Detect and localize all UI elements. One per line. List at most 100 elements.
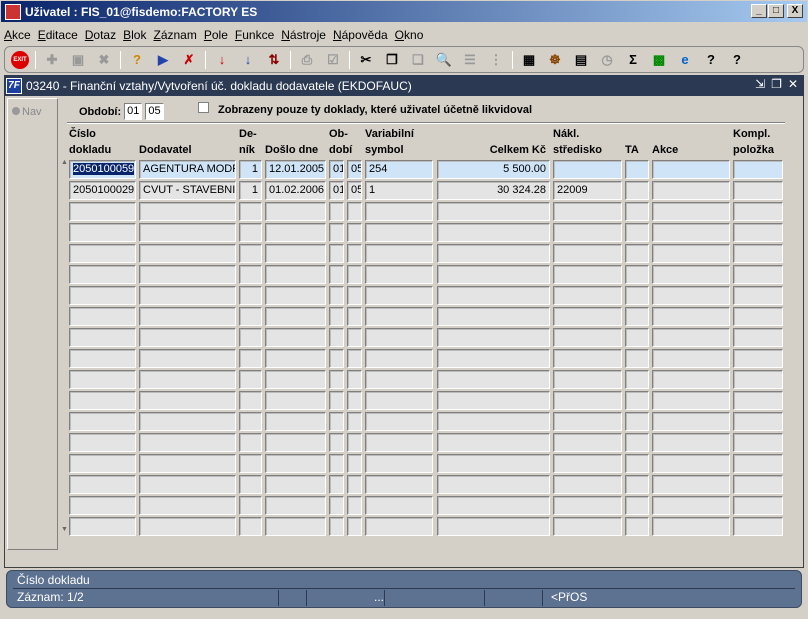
kompl-polozka-field[interactable] [733, 307, 783, 326]
cislo-dokladu-field[interactable] [69, 307, 136, 326]
query-cancel-icon[interactable]: ✗ [179, 50, 199, 70]
kompl-polozka-field[interactable] [733, 454, 783, 473]
query-enter-icon[interactable]: ? [127, 50, 147, 70]
doslo-dne-field[interactable] [265, 328, 326, 347]
cislo-dokladu-field[interactable] [69, 328, 136, 347]
ta-field[interactable] [625, 454, 649, 473]
ta-field[interactable] [625, 286, 649, 305]
akce-field[interactable] [652, 496, 730, 515]
grid-scrollbar[interactable]: ▲ ▼ [61, 159, 68, 533]
obdobi-rok-field[interactable] [347, 517, 362, 536]
exit-button[interactable]: EXIT [11, 50, 29, 69]
dodavatel-field[interactable] [139, 370, 236, 389]
akce-field[interactable] [652, 328, 730, 347]
ta-field[interactable] [625, 496, 649, 515]
celkem-kc-field[interactable] [437, 223, 550, 242]
sort-desc-icon[interactable]: ↓ [238, 50, 258, 70]
kompl-polozka-field[interactable] [733, 265, 783, 284]
nakl-stredisko-field[interactable] [553, 265, 622, 284]
akce-field[interactable] [652, 160, 730, 179]
akce-field[interactable] [652, 349, 730, 368]
kompl-polozka-field[interactable] [733, 370, 783, 389]
doslo-dne-field[interactable] [265, 286, 326, 305]
nakl-stredisko-field[interactable] [553, 496, 622, 515]
doslo-dne-field[interactable] [265, 391, 326, 410]
variabilni-symbol-field[interactable]: 1 [365, 181, 433, 200]
obdobi-mesic-field[interactable] [329, 202, 344, 221]
menu-napoveda[interactable]: Nápověda [333, 28, 388, 42]
variabilni-symbol-field[interactable] [365, 244, 433, 263]
ta-field[interactable] [625, 160, 649, 179]
celkem-kc-field[interactable] [437, 475, 550, 494]
form-minimize-icon[interactable]: ⇲ [755, 77, 765, 91]
obdobi-rok-field[interactable] [347, 412, 362, 431]
celkem-kc-field[interactable] [437, 454, 550, 473]
akce-field[interactable] [652, 517, 730, 536]
doslo-dne-field[interactable] [265, 517, 326, 536]
obdobi-mesic-field[interactable]: 01 [329, 181, 344, 200]
menu-okno[interactable]: Okno [395, 28, 424, 42]
nakl-stredisko-field[interactable] [553, 349, 622, 368]
variabilni-symbol-field[interactable] [365, 370, 433, 389]
nav-panel[interactable]: Nav [7, 98, 58, 550]
cislo-dokladu-field[interactable] [69, 286, 136, 305]
obdobi-rok-field[interactable] [347, 244, 362, 263]
nakl-stredisko-field[interactable]: 22009 [553, 181, 622, 200]
obdobi-mesic-field[interactable] [329, 391, 344, 410]
denik-field[interactable] [239, 223, 262, 242]
doslo-dne-field[interactable] [265, 412, 326, 431]
doslo-dne-field[interactable] [265, 202, 326, 221]
obdobi-mesic-field[interactable] [329, 349, 344, 368]
doslo-dne-field[interactable] [265, 370, 326, 389]
variabilni-symbol-field[interactable] [365, 517, 433, 536]
variabilni-symbol-field[interactable] [365, 412, 433, 431]
kompl-polozka-field[interactable] [733, 433, 783, 452]
browser-icon[interactable]: e [675, 50, 695, 70]
obdobi-mesic-field[interactable] [329, 412, 344, 431]
obdobi-rok-field[interactable] [347, 496, 362, 515]
query-execute-icon[interactable]: ▶ [153, 50, 173, 70]
form-close-icon[interactable]: ✕ [788, 77, 798, 91]
obdobi-mesic-field[interactable] [329, 475, 344, 494]
ta-field[interactable] [625, 202, 649, 221]
obdobi-rok-field[interactable] [347, 433, 362, 452]
variabilni-symbol-field[interactable] [365, 349, 433, 368]
cislo-dokladu-field[interactable] [69, 412, 136, 431]
akce-field[interactable] [652, 475, 730, 494]
obdobi-mesic-field[interactable] [329, 265, 344, 284]
cislo-dokladu-field[interactable]: 2050100029 [69, 181, 136, 200]
variabilni-symbol-field[interactable] [365, 391, 433, 410]
doslo-dne-field[interactable]: 12.01.2005 [265, 160, 326, 179]
kompl-polozka-field[interactable] [733, 517, 783, 536]
celkem-kc-field[interactable] [437, 307, 550, 326]
obdobi-rok-field[interactable] [347, 454, 362, 473]
obdobi-mesic-field[interactable] [329, 307, 344, 326]
context-help-icon[interactable]: ? [727, 50, 747, 70]
nakl-stredisko-field[interactable] [553, 454, 622, 473]
akce-field[interactable] [652, 307, 730, 326]
kompl-polozka-field[interactable] [733, 223, 783, 242]
paste-icon[interactable]: ❏ [408, 50, 428, 70]
nakl-stredisko-field[interactable] [553, 328, 622, 347]
print-icon[interactable]: ⎙ [297, 50, 317, 70]
excel-icon[interactable]: ▩ [649, 50, 669, 70]
doslo-dne-field[interactable] [265, 475, 326, 494]
denik-field[interactable] [239, 307, 262, 326]
cislo-dokladu-field[interactable] [69, 223, 136, 242]
variabilni-symbol-field[interactable] [365, 433, 433, 452]
nakl-stredisko-field[interactable] [553, 244, 622, 263]
cislo-dokladu-field[interactable] [69, 244, 136, 263]
akce-field[interactable] [652, 244, 730, 263]
only-liquidated-checkbox[interactable] [198, 102, 209, 113]
denik-field[interactable] [239, 412, 262, 431]
celkem-kc-field[interactable] [437, 391, 550, 410]
denik-field[interactable]: 1 [239, 181, 262, 200]
sort-asc-icon[interactable]: ↓ [212, 50, 232, 70]
dodavatel-field[interactable] [139, 433, 236, 452]
dodavatel-field[interactable]: AGENTURA MODRE [139, 160, 236, 179]
denik-field[interactable] [239, 517, 262, 536]
document-icon[interactable]: ▤ [571, 50, 591, 70]
obdobi-rok-field[interactable] [347, 265, 362, 284]
obdobi-rok-field[interactable] [347, 286, 362, 305]
kompl-polozka-field[interactable] [733, 202, 783, 221]
